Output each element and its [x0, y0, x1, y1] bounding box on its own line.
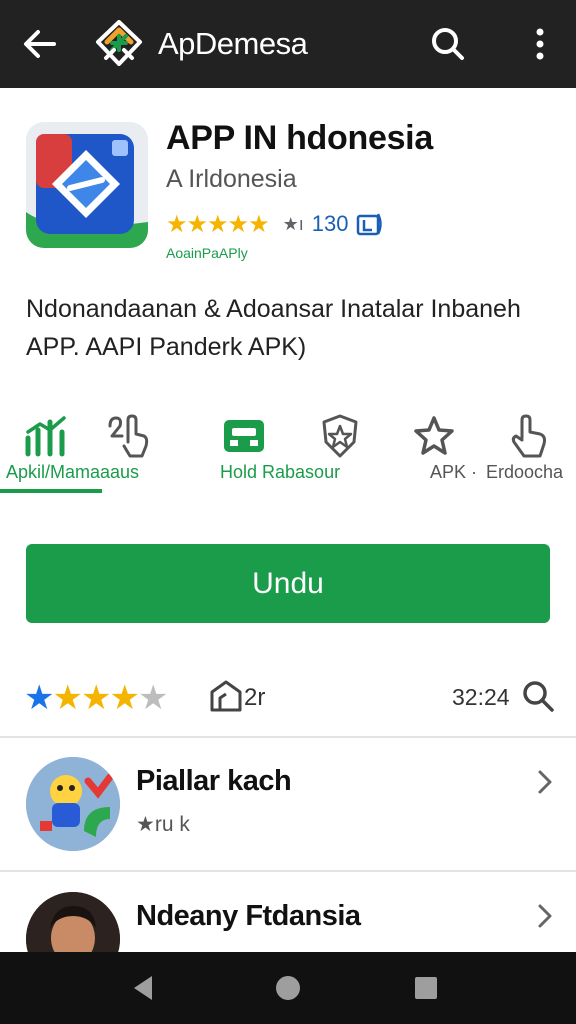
install-button[interactable]: Undu — [26, 544, 550, 623]
app-developer[interactable]: A Irldonesia — [166, 165, 297, 194]
list-item-subtitle: ★ru k — [136, 813, 190, 836]
app-bar-title: ApDemesa — [158, 26, 308, 61]
rating-aux: ★ı — [282, 213, 304, 234]
feature-tab-label-6[interactable]: Erdoocha — [486, 462, 563, 483]
list-item-title: Piallar kach — [136, 765, 292, 797]
time-readout: 32:24 — [452, 684, 510, 710]
rating-badge-icon — [357, 213, 383, 236]
top-app-bar: ApDemesa — [0, 0, 576, 88]
system-nav-bar — [0, 952, 576, 1024]
feature-tab-label-3[interactable]: Hold Rabasour — [220, 462, 340, 483]
nav-home-icon[interactable] — [272, 972, 304, 1004]
app-icon — [26, 122, 148, 248]
star-outline-icon[interactable] — [410, 412, 458, 460]
chart-bars-icon[interactable] — [22, 412, 70, 460]
nav-back-icon[interactable] — [128, 972, 160, 1004]
rating-stars: ★★★★★ — [166, 210, 270, 238]
feature-tab-label-5[interactable]: APK · — [430, 462, 477, 483]
list-item-title: Ndeany Ftdansia — [136, 900, 361, 932]
feature-tab-label-1[interactable]: Apkil/Mamaaaus — [6, 462, 139, 483]
rating-count: 130 — [311, 211, 349, 236]
avatar — [26, 757, 120, 851]
pointer-hand-icon[interactable] — [504, 412, 552, 460]
shield-star-icon[interactable] — [316, 412, 364, 460]
nav-recents-icon[interactable] — [410, 972, 442, 1004]
toolbox-icon[interactable] — [220, 412, 268, 460]
list-item[interactable]: Piallar kach ★ru k — [0, 740, 576, 860]
search-icon[interactable] — [520, 678, 556, 714]
chevron-right-icon[interactable] — [530, 768, 558, 796]
active-tab-indicator — [0, 489, 102, 493]
hand-pointer-icon[interactable] — [104, 412, 152, 460]
app-description: Ndonandaanan & Adoansar Inatalar Inbaneh… — [26, 295, 521, 361]
rating-summary-bar: ★★★★★ 2r 32:24 — [0, 670, 576, 726]
app-rating-row: ★★★★★ ★ı 130 — [166, 208, 384, 240]
app-name: APP IN hdonesia — [166, 119, 433, 157]
more-vert-icon[interactable] — [516, 20, 564, 68]
chevron-right-icon[interactable] — [530, 902, 558, 930]
app-logo-icon — [96, 20, 142, 66]
divider — [0, 870, 576, 872]
app-tag: AoainPaAPly — [166, 245, 248, 261]
home-count: 2r — [244, 684, 266, 711]
rating-stars-large: ★★★★★ — [24, 679, 168, 717]
search-icon[interactable] — [424, 20, 472, 68]
divider — [0, 736, 576, 738]
home-outline-icon[interactable] — [208, 678, 244, 714]
back-arrow-icon[interactable] — [16, 20, 64, 68]
